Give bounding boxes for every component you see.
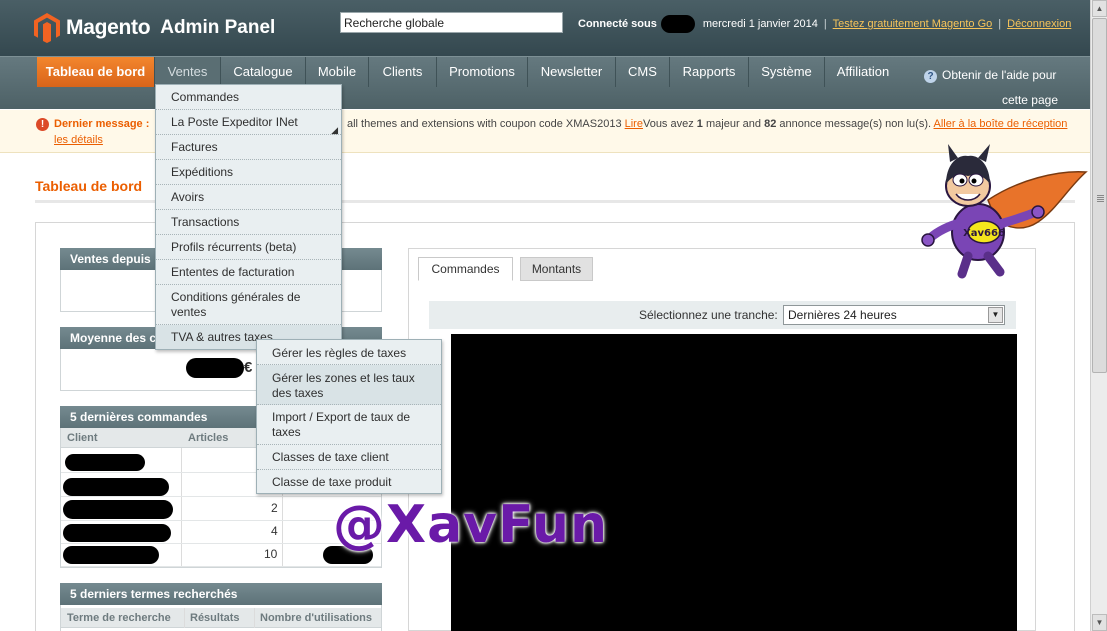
admin-header: Magento Admin Panel Connecté sous mercre… — [0, 0, 1090, 56]
details-link[interactable]: les détails — [54, 134, 103, 146]
column-search-term: Terme de recherche — [67, 612, 171, 624]
header-separator: | — [998, 18, 1002, 30]
grip-icon — [1097, 195, 1104, 196]
nav-dashboard[interactable]: Tableau de bord — [37, 57, 155, 87]
menu-item-invoices[interactable]: Factures — [156, 135, 341, 160]
mascot-badge: Xav666 — [963, 228, 1005, 239]
menu-item-terms-conditions[interactable]: Conditions générales de ventes — [156, 285, 341, 325]
articles-count: 2 — [271, 501, 278, 515]
magento-logo-icon — [34, 13, 60, 43]
submenu-item-customer-tax-classes[interactable]: Classes de taxe client — [257, 445, 441, 470]
column-results: Résultats — [190, 612, 240, 624]
submenu-item-product-tax-class[interactable]: Classe de taxe produit — [257, 470, 441, 493]
logout-link[interactable]: Déconnexion — [1007, 18, 1071, 30]
warning-icon: ! — [36, 118, 49, 131]
column-client: Client — [67, 432, 98, 444]
superhero-mascot-image: Xav666 — [921, 144, 1088, 279]
tab-amounts[interactable]: Montants — [520, 257, 593, 281]
range-select-value: Dernières 24 heures — [788, 308, 897, 322]
logged-as-label: Connecté sous — [578, 18, 657, 30]
chart-canvas-redacted — [451, 334, 1017, 631]
menu-item-shipments[interactable]: Expéditions — [156, 160, 341, 185]
nav-catalog[interactable]: Catalogue — [221, 57, 306, 87]
notice-count: 82 — [764, 118, 777, 130]
articles-count: 10 — [264, 547, 278, 561]
column-articles: Articles — [188, 432, 229, 444]
menu-item-orders[interactable]: Commandes — [156, 85, 341, 110]
menu-item-recurring-profiles[interactable]: Profils récurrents (beta) — [156, 235, 341, 260]
redacted-username — [660, 15, 695, 33]
global-search-input[interactable] — [340, 12, 563, 33]
magento-logo[interactable]: Magento Admin Panel — [34, 12, 275, 44]
latest-message-label: Dernier message : — [54, 118, 150, 130]
major-count: 1 — [696, 118, 703, 130]
last-searches-table: Terme de recherche Résultats Nombre d'ut… — [60, 605, 382, 631]
redacted-client — [63, 524, 171, 542]
latest-message-text: all themes and extensions with coupon co… — [347, 118, 1067, 130]
menu-item-label: La Poste Expeditor INet — [171, 115, 298, 129]
column-divider — [184, 608, 185, 628]
menu-item-credit-memos[interactable]: Avoirs — [156, 185, 341, 210]
header-user-area: Connecté sous mercredi 1 janvier 2014 | … — [578, 15, 1071, 33]
tax-submenu: Gérer les règles de taxes Gérer les zone… — [256, 339, 442, 494]
last-searches-columns: Terme de recherche Résultats Nombre d'ut… — [61, 608, 381, 628]
nav-customers[interactable]: Clients — [369, 57, 437, 87]
brand-name: Magento — [66, 16, 151, 39]
inbox-link[interactable]: Aller à la boîte de réception — [934, 118, 1068, 130]
sales-dropdown-menu: Commandes La Poste Expeditor INet ◢ Fact… — [155, 84, 342, 350]
last-searches-header: 5 derniers termes recherchés — [60, 583, 382, 605]
nav-system[interactable]: Système — [749, 57, 825, 87]
redacted-client — [65, 454, 145, 471]
range-label: Sélectionnez une tranche: — [639, 308, 778, 322]
try-magento-go-link[interactable]: Testez gratuitement Magento Go — [833, 18, 993, 30]
column-divider — [254, 608, 255, 628]
submenu-item-tax-zones-rates[interactable]: Gérer les zones et les taux des taxes — [257, 365, 441, 405]
menu-item-la-poste[interactable]: La Poste Expeditor INet ◢ — [156, 110, 341, 135]
submenu-item-tax-rules[interactable]: Gérer les règles de taxes — [257, 340, 441, 365]
nav-cms[interactable]: CMS — [616, 57, 670, 87]
tab-orders[interactable]: Commandes — [418, 257, 513, 281]
submenu-item-import-export-rates[interactable]: Import / Export de taux de taxes — [257, 405, 441, 445]
currency-symbol: € — [244, 359, 253, 376]
vertical-scrollbar[interactable]: ▲ ▼ — [1090, 0, 1107, 631]
articles-count: 4 — [271, 524, 278, 538]
chevron-down-icon[interactable]: ▼ — [988, 307, 1003, 323]
help-icon: ? — [924, 70, 937, 83]
scroll-up-icon[interactable]: ▲ — [1092, 0, 1107, 17]
brand-subtitle: Admin Panel — [160, 17, 276, 38]
redacted-client — [63, 546, 159, 564]
nav-sales[interactable]: Ventes — [155, 57, 221, 87]
menu-item-transactions[interactable]: Transactions — [156, 210, 341, 235]
scroll-down-icon[interactable]: ▼ — [1092, 614, 1107, 631]
nav-mobile[interactable]: Mobile — [306, 57, 369, 87]
unread-summary-mid: majeur and — [705, 118, 762, 130]
page-title: Tableau de bord — [35, 178, 143, 194]
redacted-client — [63, 500, 173, 519]
range-select[interactable]: Dernières 24 heures ▼ — [783, 305, 1005, 325]
redacted-amount — [186, 358, 244, 378]
scroll-thumb[interactable] — [1092, 18, 1107, 373]
redacted-client — [63, 478, 169, 496]
current-date: mercredi 1 janvier 2014 — [702, 18, 818, 30]
unread-summary-post: annonce message(s) non lu(s). — [779, 118, 932, 130]
help-link[interactable]: ? Obtenir de l'aide pour cette page — [924, 63, 1074, 113]
help-text-line1: Obtenir de l'aide pour — [942, 68, 1057, 82]
column-uses: Nombre d'utilisations — [260, 612, 373, 624]
menu-item-billing-agreements[interactable]: Ententes de facturation — [156, 260, 341, 285]
unread-summary-pre: Vous avez — [642, 118, 694, 130]
nav-reports[interactable]: Rapports — [670, 57, 749, 87]
watermark-text: @XavFun — [333, 495, 609, 555]
nav-promotions[interactable]: Promotions — [437, 57, 528, 87]
header-separator: | — [823, 18, 827, 30]
nav-affiliation[interactable]: Affiliation — [825, 57, 901, 87]
nav-newsletter[interactable]: Newsletter — [528, 57, 616, 87]
message-body: all themes and extensions with coupon co… — [347, 118, 622, 130]
read-message-link[interactable]: Lire — [625, 118, 643, 130]
